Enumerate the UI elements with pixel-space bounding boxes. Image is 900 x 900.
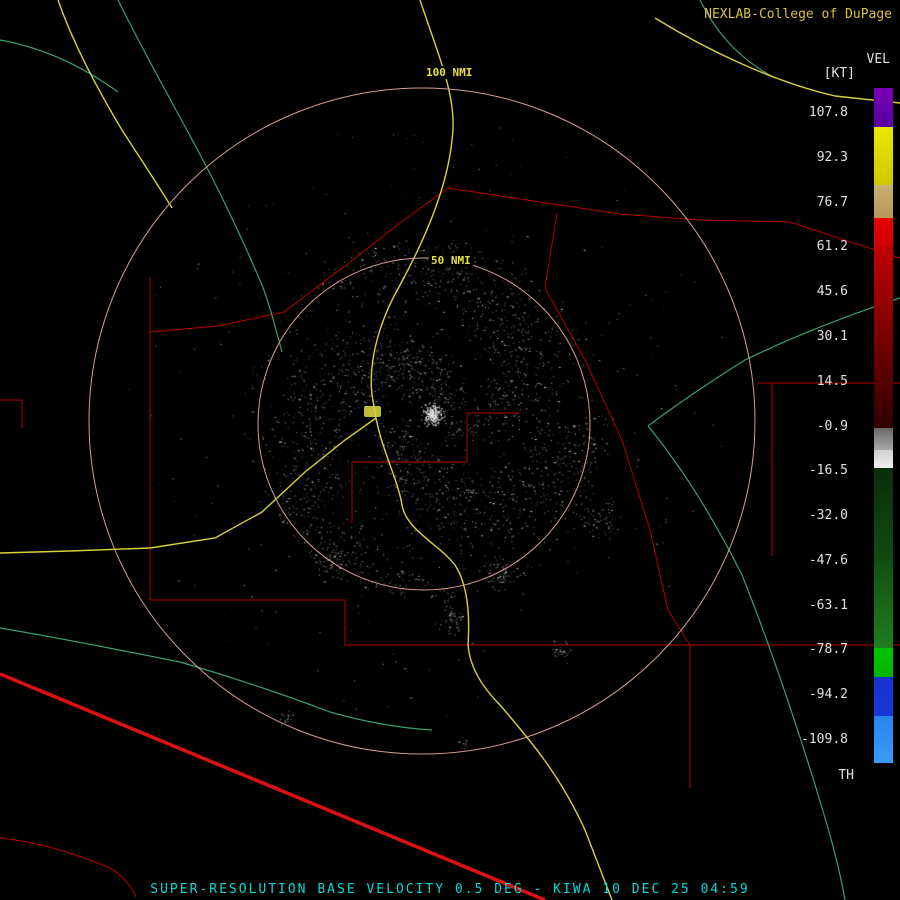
colorbar-segment xyxy=(874,127,893,185)
colorbar-tick: -94.2 xyxy=(808,687,848,703)
colorbar-tick: -47.6 xyxy=(808,552,848,568)
colorbar-tick: -78.7 xyxy=(808,642,848,658)
colorbar-segment xyxy=(874,468,893,560)
colorbar-threshold-label: TH xyxy=(838,768,854,783)
colorbar-tick: 76.7 xyxy=(816,194,848,210)
county-line xyxy=(544,212,691,646)
colorbar-tick: -109.8 xyxy=(801,732,848,748)
highway-line xyxy=(370,0,454,419)
map-layer xyxy=(0,0,900,900)
colorbar-tick: 92.3 xyxy=(816,149,848,165)
colorbar-units: [KT] xyxy=(823,66,855,81)
colorbar-segment xyxy=(874,88,893,127)
state-border-line xyxy=(0,672,546,900)
range-ring-50nmi xyxy=(257,257,591,591)
colorbar-tick: -16.5 xyxy=(808,463,848,479)
product-title: SUPER-RESOLUTION BASE VELOCITY 0.5 DEG -… xyxy=(150,882,750,897)
river-line xyxy=(647,297,900,427)
radar-display: NEXLAB-College of DuPage VEL [KT] 107.8 9… xyxy=(0,0,900,900)
colorbar-tick: -32.0 xyxy=(808,508,848,524)
county-boundaries xyxy=(0,187,900,898)
highway-line xyxy=(654,17,900,104)
range-ring-label-50: 50 NMI xyxy=(429,254,473,267)
colorbar-tick: 61.2 xyxy=(816,239,848,255)
county-line xyxy=(149,187,449,333)
velocity-colorbar xyxy=(874,88,893,763)
river-line xyxy=(0,627,433,731)
colorbar-segment xyxy=(874,218,893,247)
colorbar-tick: 45.6 xyxy=(816,284,848,300)
colorbar-tick: 14.5 xyxy=(816,373,848,389)
county-line xyxy=(351,412,520,523)
colorbar-segment xyxy=(874,450,893,468)
colorbar-tick: 107.8 xyxy=(808,105,848,120)
rivers xyxy=(0,0,900,900)
highway-junction xyxy=(364,406,381,417)
colorbar-tick: -63.1 xyxy=(808,597,848,613)
highway-line xyxy=(0,417,377,554)
colorbar-segment xyxy=(874,185,893,218)
site-credit: NEXLAB-College of DuPage xyxy=(704,7,892,22)
river-line xyxy=(117,0,283,353)
colorbar-segment xyxy=(874,716,893,763)
colorbar-segment xyxy=(874,648,893,677)
range-ring-label-100: 100 NMI xyxy=(424,66,475,79)
colorbar-tick: -0.9 xyxy=(816,418,848,434)
highway-line xyxy=(57,0,173,209)
colorbar-segment xyxy=(874,247,893,428)
highways xyxy=(0,0,900,900)
county-line xyxy=(0,399,23,428)
colorbar-segment xyxy=(874,677,893,716)
colorbar-segment xyxy=(874,560,893,648)
river-line xyxy=(0,39,119,93)
colorbar-tick: 30.1 xyxy=(816,328,848,344)
colorbar-title: VEL xyxy=(866,52,890,67)
colorbar-segment xyxy=(874,428,893,450)
